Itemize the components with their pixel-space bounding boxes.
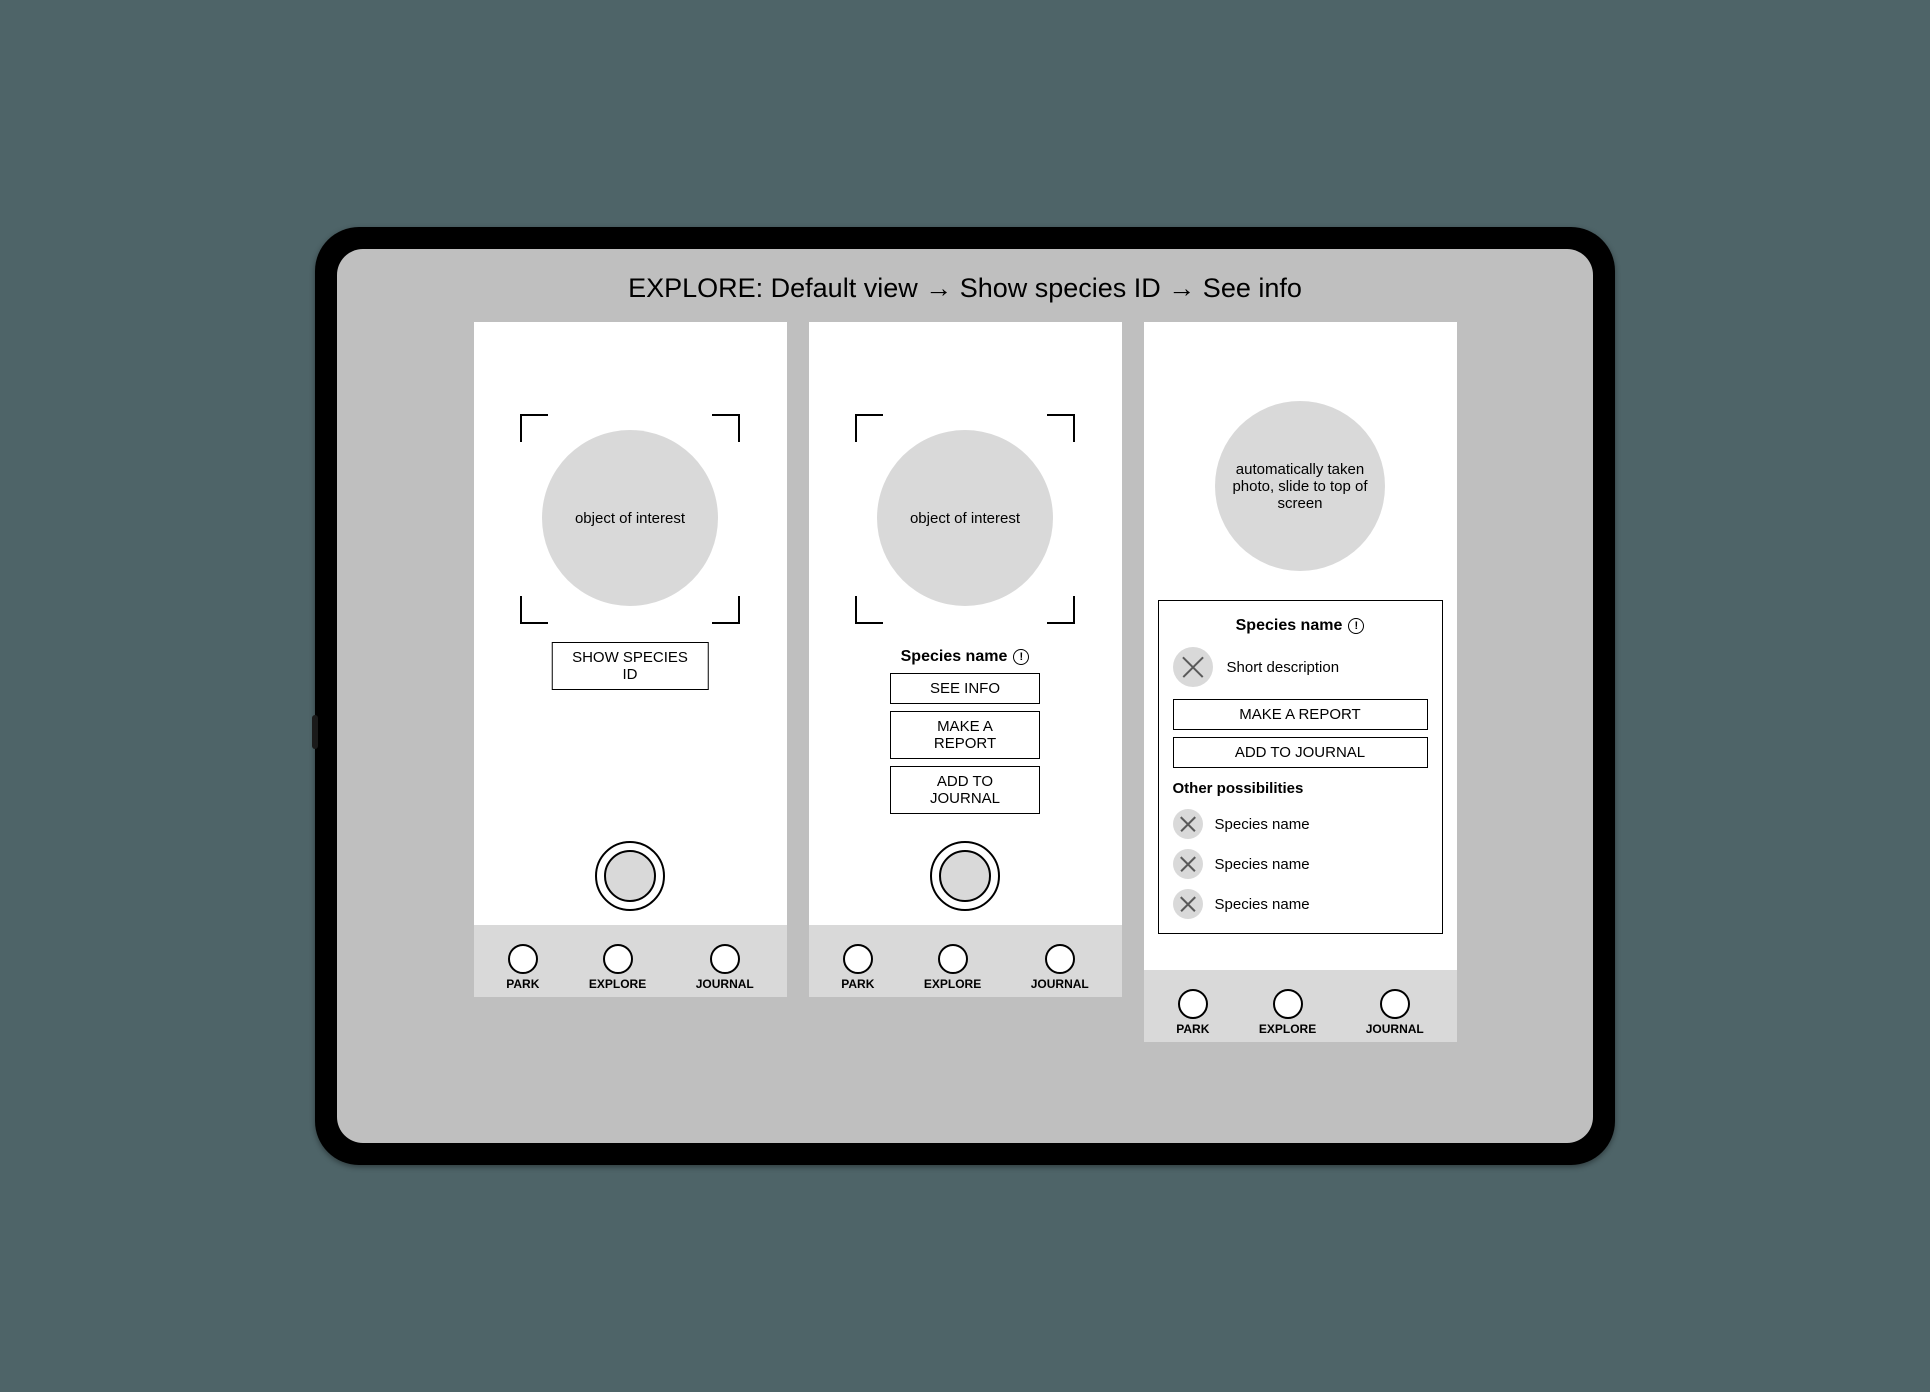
species-info-card: Species name ! Short description MAKE A …	[1158, 600, 1443, 934]
nav-explore[interactable]: EXPLORE	[589, 944, 646, 991]
page-title: EXPLORE: Default view → Show species ID …	[365, 273, 1565, 304]
info-icon[interactable]: !	[1348, 618, 1364, 634]
nav-park[interactable]: PARK	[841, 944, 874, 991]
nav-icon	[1380, 989, 1410, 1019]
nav-park[interactable]: PARK	[506, 944, 539, 991]
nav-icon	[1178, 989, 1208, 1019]
possibility-item[interactable]: Species name	[1173, 889, 1428, 919]
short-description: Short description	[1227, 659, 1340, 676]
info-area: automatically taken photo, slide to top …	[1144, 322, 1457, 970]
screen-show-species-id: object of interest Species name ! SEE IN…	[809, 322, 1122, 997]
possibility-item[interactable]: Species name	[1173, 849, 1428, 879]
species-heading: Species name !	[1173, 617, 1428, 635]
screen-see-info: automatically taken photo, slide to top …	[1144, 322, 1457, 1042]
species-actions: Species name ! SEE INFO MAKE A REPORT AD…	[885, 648, 1045, 814]
screen-default-view: object of interest SHOW SPECIES ID PARK …	[474, 322, 787, 997]
bottom-nav: PARK EXPLORE JOURNAL	[474, 925, 787, 997]
tablet-screen: EXPLORE: Default view → Show species ID …	[337, 249, 1593, 1143]
nav-icon	[843, 944, 873, 974]
other-possibilities-heading: Other possibilities	[1173, 780, 1428, 797]
nav-icon	[938, 944, 968, 974]
add-to-journal-button[interactable]: ADD TO JOURNAL	[890, 766, 1040, 814]
shutter-button[interactable]	[930, 841, 1000, 911]
nav-explore[interactable]: EXPLORE	[1259, 989, 1316, 1036]
add-to-journal-button[interactable]: ADD TO JOURNAL	[1173, 737, 1428, 768]
see-info-button[interactable]: SEE INFO	[890, 673, 1040, 704]
nav-explore[interactable]: EXPLORE	[924, 944, 981, 991]
nav-icon	[710, 944, 740, 974]
nav-journal[interactable]: JOURNAL	[696, 944, 754, 991]
viewfinder-area: object of interest Species name ! SEE IN…	[809, 322, 1122, 925]
info-icon[interactable]: !	[1013, 649, 1029, 665]
show-species-id-button[interactable]: SHOW SPECIES ID	[552, 642, 709, 690]
possibility-item[interactable]: Species name	[1173, 809, 1428, 839]
nav-icon	[1045, 944, 1075, 974]
species-description-row: Short description	[1173, 647, 1428, 687]
species-heading: Species name !	[901, 648, 1030, 666]
viewfinder-area: object of interest SHOW SPECIES ID	[474, 322, 787, 925]
thumbnail-placeholder-icon	[1173, 849, 1203, 879]
bottom-nav: PARK EXPLORE JOURNAL	[1144, 970, 1457, 1042]
nav-icon	[508, 944, 538, 974]
object-of-interest: object of interest	[877, 430, 1053, 606]
shutter-button[interactable]	[595, 841, 665, 911]
bottom-nav: PARK EXPLORE JOURNAL	[809, 925, 1122, 997]
possibility-list: Species name Species name Species name	[1173, 809, 1428, 919]
nav-journal[interactable]: JOURNAL	[1366, 989, 1424, 1036]
make-report-button[interactable]: MAKE A REPORT	[1173, 699, 1428, 730]
nav-journal[interactable]: JOURNAL	[1031, 944, 1089, 991]
make-report-button[interactable]: MAKE A REPORT	[890, 711, 1040, 759]
nav-park[interactable]: PARK	[1176, 989, 1209, 1036]
wireframe-row: object of interest SHOW SPECIES ID PARK …	[365, 322, 1565, 1042]
nav-icon	[1273, 989, 1303, 1019]
thumbnail-placeholder-icon	[1173, 647, 1213, 687]
tablet-frame: EXPLORE: Default view → Show species ID …	[315, 227, 1615, 1165]
object-of-interest: object of interest	[542, 430, 718, 606]
thumbnail-placeholder-icon	[1173, 809, 1203, 839]
captured-photo: automatically taken photo, slide to top …	[1215, 401, 1385, 571]
thumbnail-placeholder-icon	[1173, 889, 1203, 919]
nav-icon	[603, 944, 633, 974]
